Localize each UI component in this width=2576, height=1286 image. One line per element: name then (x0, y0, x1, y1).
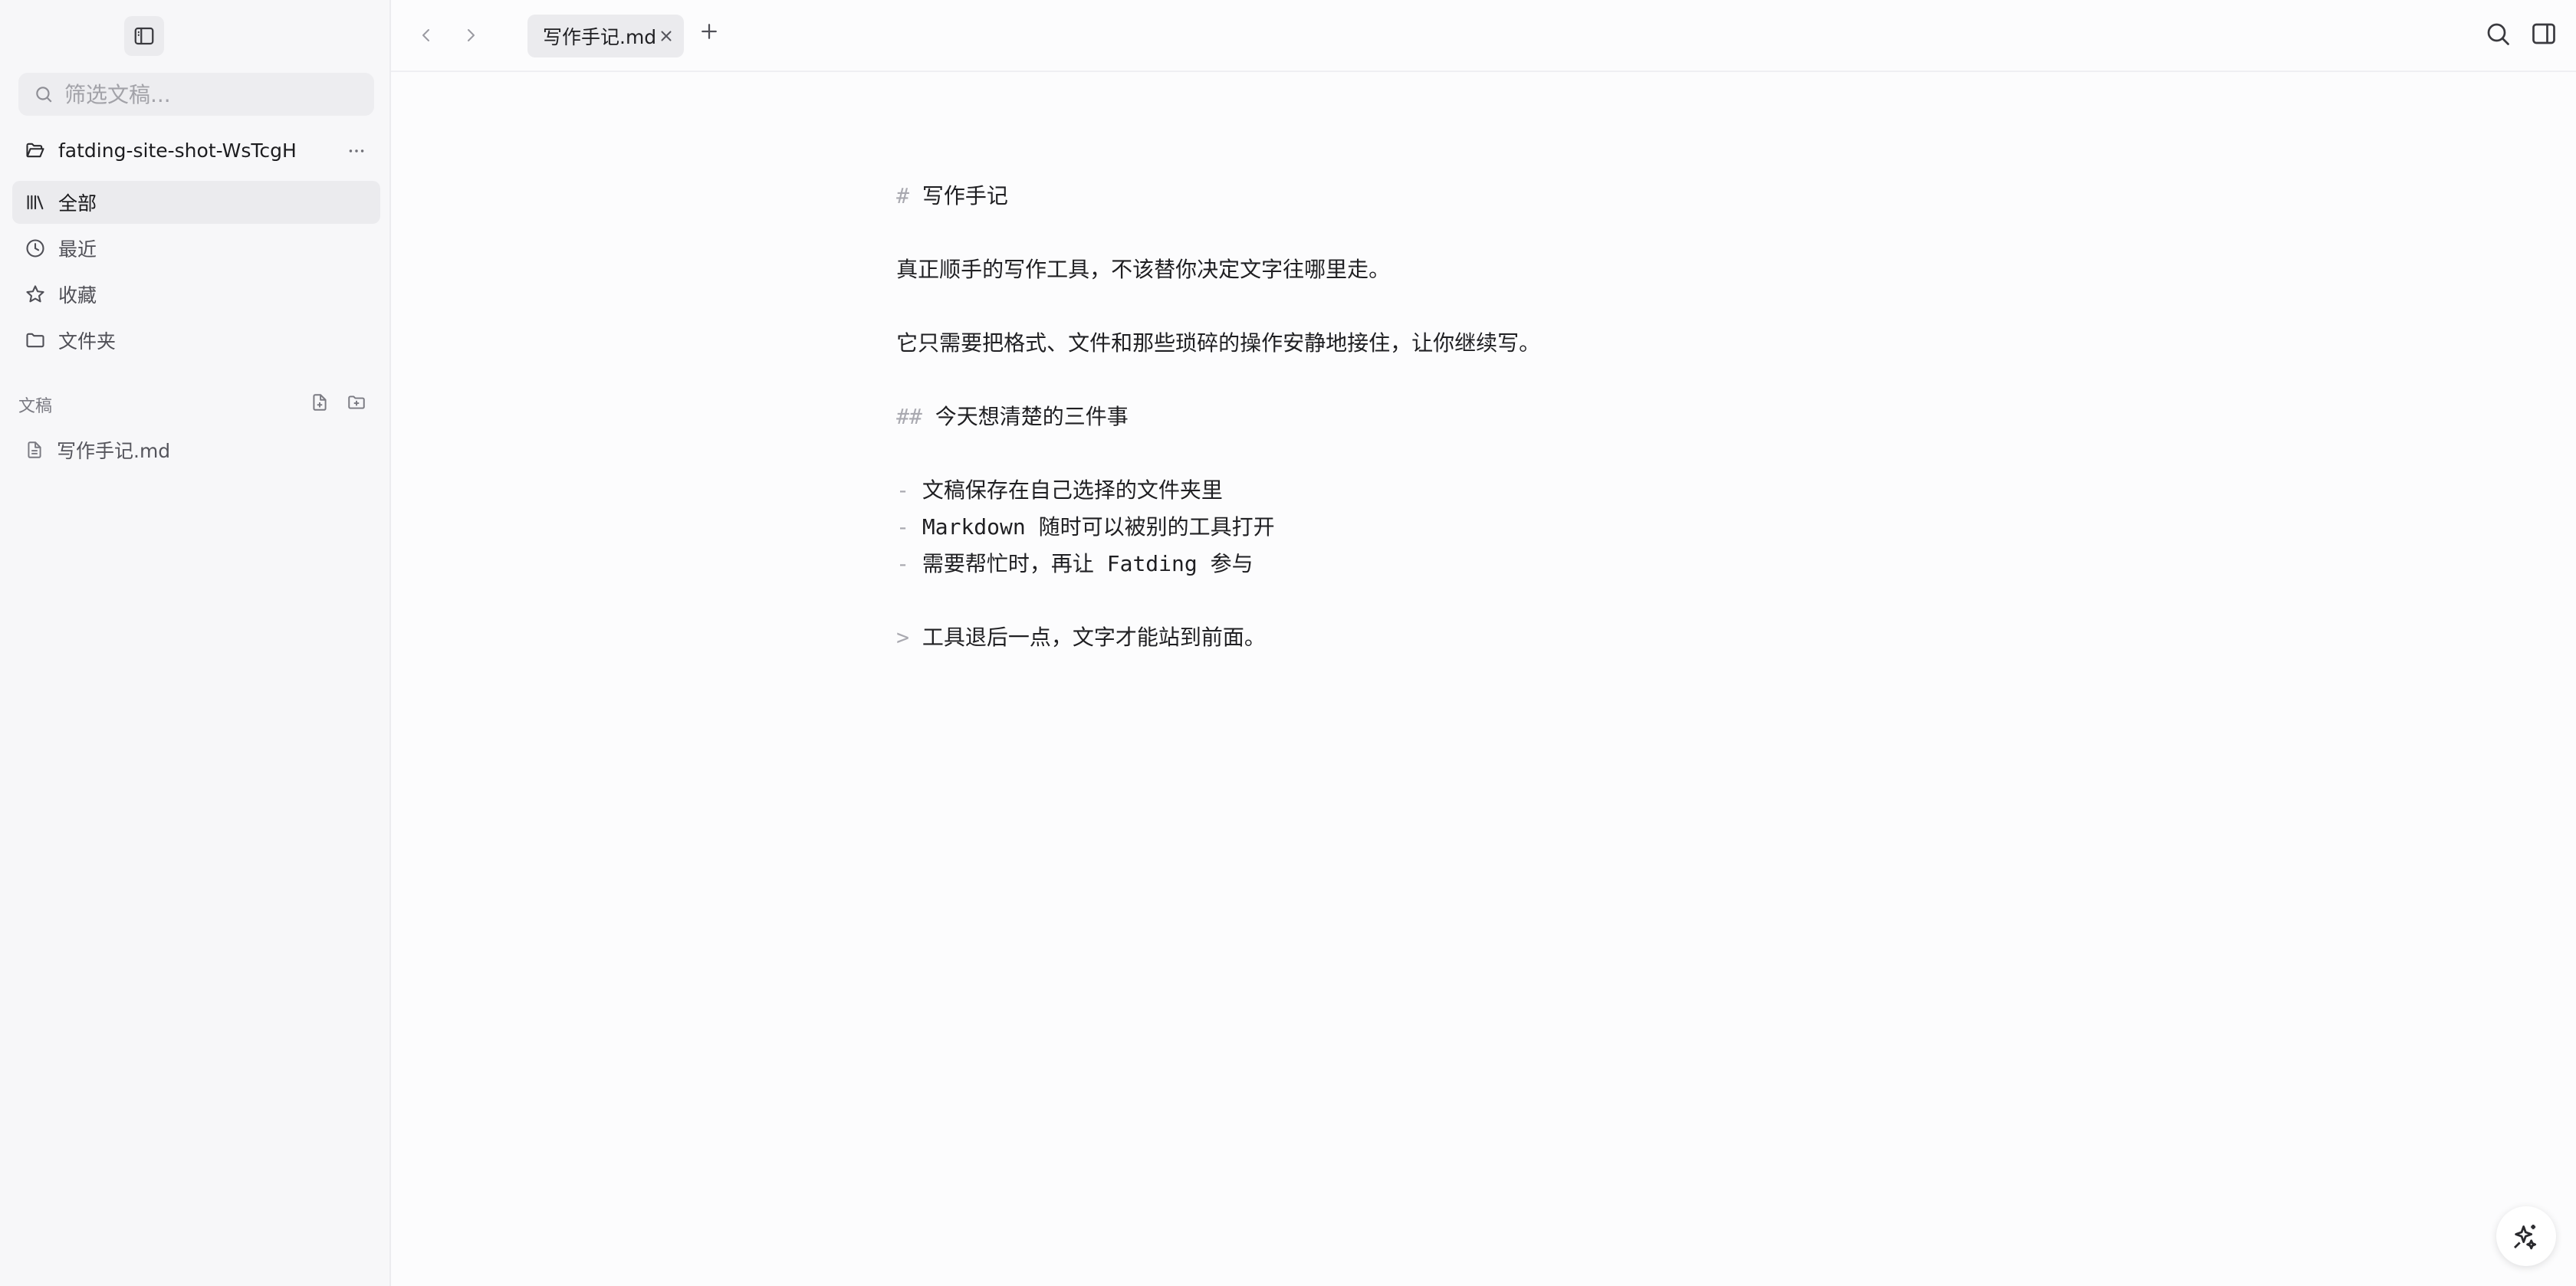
folder-open-icon (25, 139, 46, 161)
new-folder-icon[interactable] (347, 392, 366, 412)
right-panel-toggle-button[interactable] (2530, 20, 2558, 48)
file-item[interactable]: 写作手记.md (12, 429, 380, 471)
markdown-marker: # (896, 183, 910, 208)
subheading-line: ## 今天想清楚的三件事 (819, 371, 1129, 429)
sidebar-item-label: 收藏 (58, 284, 97, 307)
sidebar-item-label: 最近 (58, 238, 97, 261)
sidebar-item-recent[interactable]: 最近 (12, 227, 380, 270)
blockquote-line: > 工具退后一点，文字才能站到前面。 (819, 592, 1266, 650)
paragraph-line: 真正顺手的写作工具，不该替你决定文字往哪里走。 (819, 224, 1390, 282)
tab-writing-notes[interactable]: 写作手记.md (527, 15, 684, 57)
line-text: 它只需要把格式、文件和那些琐碎的操作安静地接住，让你继续写。 (896, 330, 1541, 356)
plus-icon (698, 20, 721, 43)
star-icon (25, 284, 46, 305)
document-icon (25, 440, 44, 460)
sidebar-item-label: 文件夹 (58, 330, 117, 353)
line-text: 今天想清楚的三件事 (935, 404, 1129, 429)
forward-button[interactable] (455, 20, 486, 51)
paragraph-line: 它只需要把格式、文件和那些琐碎的操作安静地接住，让你继续写。 (819, 297, 1540, 356)
search-icon (2484, 20, 2512, 48)
markdown-marker: > (896, 625, 910, 650)
file-item-label: 写作手记.md (57, 440, 171, 462)
new-document-icon[interactable] (310, 392, 330, 412)
workspace-name: fatding-site-shot-WsTcgH (58, 139, 297, 162)
sidebar-item-label: 全部 (58, 192, 97, 215)
markdown-marker: - (896, 551, 910, 576)
section-title: 文稿 (18, 397, 53, 416)
list-item-line: - 需要帮忙时，再让 Fatding 参与 (819, 518, 1253, 576)
right-panel-icon (2530, 20, 2558, 48)
chevron-left-icon (417, 26, 435, 44)
chevron-right-icon (462, 26, 480, 44)
list-item-line: - Markdown 随时可以被别的工具打开 (819, 481, 1274, 540)
workspace-row[interactable]: fatding-site-shot-WsTcgH (18, 132, 374, 169)
sidebar-toggle-button[interactable] (124, 16, 164, 56)
section-actions (310, 392, 366, 412)
more-icon[interactable] (347, 141, 366, 161)
ai-assistant-button[interactable] (2496, 1206, 2556, 1266)
app-window: fatding-site-shot-WsTcgH 全部 (0, 0, 2576, 1286)
sidebar: fatding-site-shot-WsTcgH 全部 (0, 0, 391, 1286)
new-tab-button[interactable] (698, 20, 721, 43)
line-text: 需要帮忙时，再让 Fatding 参与 (922, 551, 1254, 576)
line-text: 写作手记 (922, 183, 1008, 208)
heading-line: # 写作手记 (819, 150, 1008, 208)
tab-label: 写作手记.md (543, 26, 657, 48)
sidebar-item-all[interactable]: 全部 (12, 181, 380, 224)
line-text: 真正顺手的写作工具，不该替你决定文字往哪里走。 (896, 257, 1391, 282)
top-bar: 写作手记.md (391, 0, 2576, 72)
line-text: 工具退后一点，文字才能站到前面。 (922, 625, 1266, 650)
sidebar-item-folders[interactable]: 文件夹 (12, 319, 380, 362)
search-input[interactable] (64, 81, 356, 107)
clock-icon (25, 238, 46, 259)
sidebar-panel-icon (133, 25, 156, 48)
close-icon[interactable] (658, 28, 675, 44)
library-icon (25, 192, 46, 213)
sparkles-icon (2511, 1221, 2542, 1252)
search-bar (18, 73, 374, 116)
search-button[interactable] (2484, 20, 2512, 48)
documents-section-header: 文稿 (18, 389, 374, 420)
folder-icon (25, 330, 46, 351)
back-button[interactable] (411, 20, 442, 51)
search-icon (34, 84, 54, 104)
markdown-marker: ## (896, 404, 922, 429)
list-item-line: - 文稿保存在自己选择的文件夹里 (819, 445, 1223, 503)
sidebar-item-favorites[interactable]: 收藏 (12, 273, 380, 316)
